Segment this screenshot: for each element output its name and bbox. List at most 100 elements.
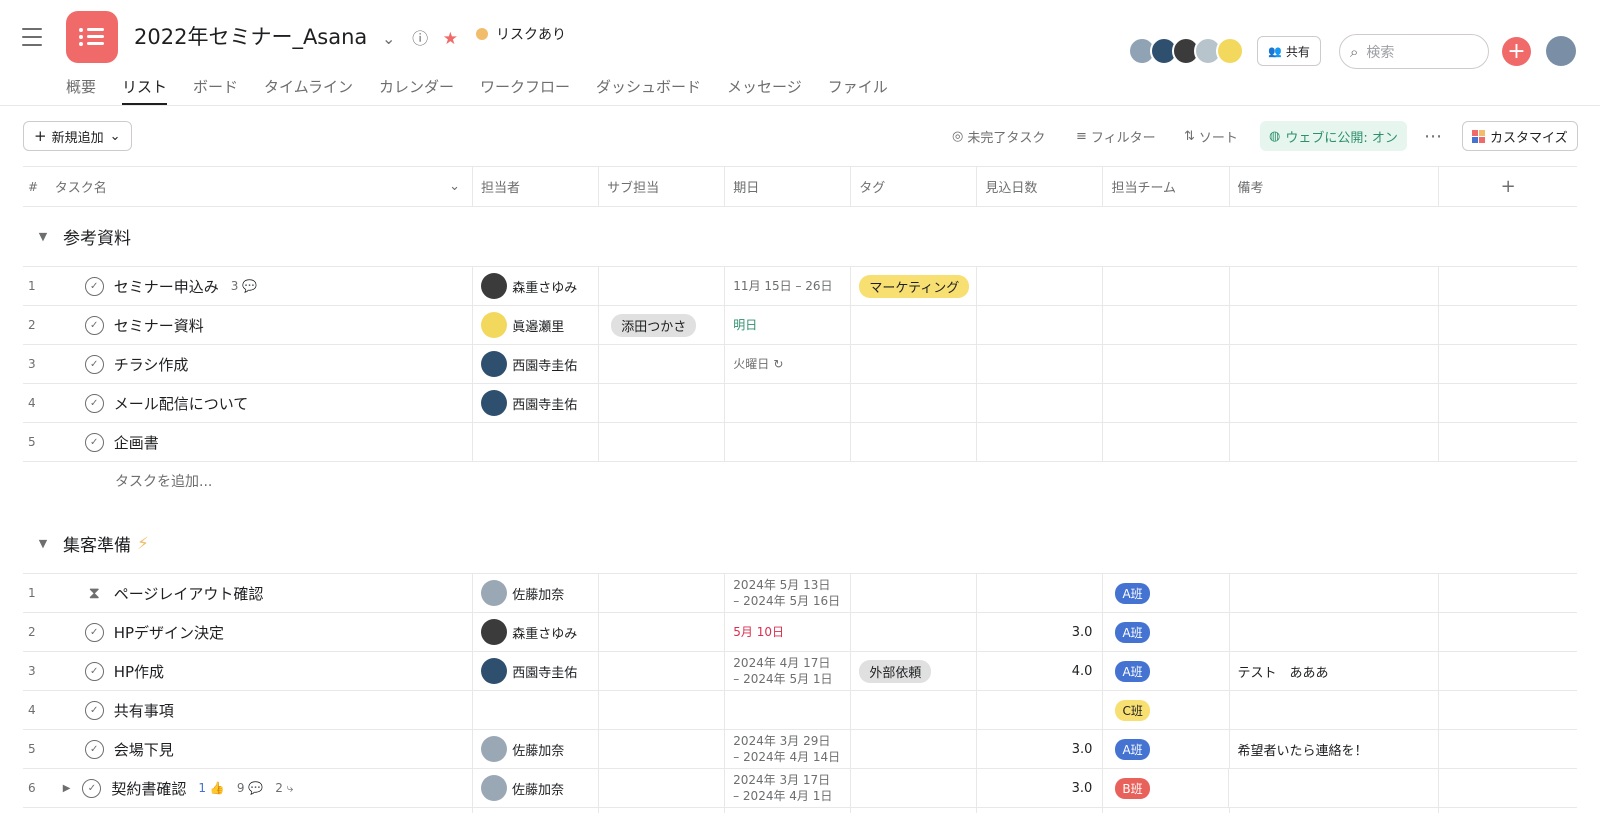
tag-cell[interactable]: マーケティング — [851, 267, 978, 305]
tab-2[interactable]: ボード — [193, 76, 238, 105]
due-date-cell[interactable]: 2024年 5月 13日 – 2024年 5月 16日 — [725, 574, 852, 612]
user-avatar[interactable] — [1546, 36, 1576, 66]
table-row[interactable]: 5 ✓ 会場下見 佐藤加奈 2024年 3月 29日 – 2024年 4月 14日 3.0 A… — [23, 730, 1577, 769]
task-name[interactable]: HP作成 — [114, 661, 164, 682]
tag-cell[interactable] — [851, 574, 978, 612]
check-circle-icon[interactable]: ✓ — [84, 700, 104, 720]
more-options-icon[interactable]: ⋯ — [1424, 121, 1442, 151]
status-indicator[interactable]: リスクあり — [476, 24, 566, 44]
col-estimate[interactable]: 見込日数 — [977, 167, 1104, 206]
col-task-name[interactable]: タスク名 ⌄ — [47, 167, 474, 206]
task-name[interactable]: ページレイアウト確認 — [114, 583, 264, 604]
hourglass-icon[interactable]: ⧗ — [85, 583, 104, 603]
task-name[interactable]: チラシ作成 — [114, 354, 189, 375]
task-name-cell[interactable]: ✓ HPデザイン決定 — [47, 613, 474, 651]
sub-assignee-cell[interactable] — [599, 769, 726, 807]
tag-cell[interactable] — [851, 345, 978, 383]
assignee-cell[interactable]: 西園寺圭佑 — [473, 345, 600, 383]
task-name[interactable]: 契約書確認 — [111, 778, 186, 799]
share-button[interactable]: 👥 共有 — [1257, 36, 1321, 66]
likes-count[interactable]: 1 👍 — [198, 781, 224, 795]
task-name-cell[interactable]: ✓ セミナー資料 — [47, 306, 474, 344]
due-date-cell[interactable]: 5月 10日 — [725, 613, 852, 651]
task-name-cell[interactable]: ▶ ✓ 契約書確認 1 👍 9 💬 2 ⤷ — [47, 769, 473, 807]
tab-6[interactable]: ダッシュボード — [596, 76, 701, 105]
note-cell[interactable] — [1229, 769, 1440, 807]
check-circle-icon[interactable]: ✓ — [82, 778, 102, 798]
due-date-cell[interactable]: 明日 — [725, 306, 852, 344]
table-row[interactable]: 2 ✓ HPデザイン決定 森重さゆみ 5月 10日 3.0 A班 — [23, 613, 1577, 652]
team-cell[interactable]: A班 — [1103, 730, 1230, 768]
estimate-cell[interactable]: 3.0 — [977, 613, 1104, 651]
section-header[interactable]: ▼ 参考資料 — [23, 207, 1577, 267]
sub-assignee-cell[interactable] — [599, 652, 726, 690]
col-tags[interactable]: タグ — [851, 167, 978, 206]
sub-assignee-cell[interactable] — [599, 613, 726, 651]
chevron-down-icon[interactable]: ⌄ — [449, 179, 460, 194]
comment-count[interactable]: 3 💬 — [231, 279, 257, 293]
project-title[interactable]: 2022年セミナー_Asana ⌄ ⓘ ★ — [134, 21, 458, 51]
caret-down-icon[interactable]: ▼ — [23, 537, 63, 550]
task-name[interactable]: 企画書 — [114, 432, 159, 453]
table-row[interactable]: 7⧗会場代支払添田つかさ 2024年 4月 17日 1.0B班 — [23, 808, 1577, 813]
sub-assignee-cell[interactable] — [599, 267, 726, 305]
estimate-cell[interactable]: 3.0 — [977, 769, 1104, 807]
tag-cell[interactable] — [851, 808, 978, 813]
tag-cell[interactable] — [851, 423, 978, 461]
hamburger-menu-icon[interactable] — [22, 28, 42, 46]
estimate-cell[interactable] — [977, 691, 1104, 729]
section-header[interactable]: ▼ 集客準備 ⚡ — [23, 514, 1577, 574]
assignee-cell[interactable]: 佐藤加奈 — [473, 769, 600, 807]
subtask-count[interactable]: 2 ⤷ — [275, 781, 293, 796]
tab-8[interactable]: ファイル — [828, 76, 888, 105]
team-cell[interactable]: A班 — [1103, 652, 1230, 690]
task-name[interactable]: 会場下見 — [114, 739, 174, 760]
add-task-link[interactable]: タスクを追加... — [23, 462, 1577, 500]
team-cell[interactable] — [1103, 345, 1230, 383]
check-circle-icon[interactable]: ✓ — [84, 315, 104, 335]
due-date-cell[interactable] — [725, 691, 852, 729]
tab-3[interactable]: タイムライン — [264, 76, 353, 105]
tag-cell[interactable] — [851, 306, 978, 344]
tag-cell[interactable] — [851, 730, 978, 768]
member-avatars[interactable] — [1128, 37, 1244, 65]
publish-web-button[interactable]: ◍ ウェブに公開: オン — [1260, 121, 1407, 151]
check-circle-icon[interactable]: ✓ — [84, 354, 104, 374]
table-row[interactable]: 1 ⧗ ページレイアウト確認 佐藤加奈 2024年 5月 13日 – 2024年 5月 1… — [23, 574, 1577, 613]
table-row[interactable]: 5 ✓ 企画書 — [23, 423, 1577, 462]
team-cell[interactable]: B班 — [1103, 808, 1230, 813]
assignee-cell[interactable]: 佐藤加奈 — [473, 730, 600, 768]
assignee-cell[interactable]: 佐藤加奈 — [473, 574, 600, 612]
add-new-button[interactable]: + 新規追加 ⌄ — [23, 121, 132, 151]
due-date-cell[interactable]: 2024年 3月 17日 – 2024年 4月 1日 — [725, 769, 852, 807]
estimate-cell[interactable] — [977, 267, 1104, 305]
tab-1[interactable]: リスト — [122, 76, 168, 105]
estimate-cell[interactable]: 3.0 — [977, 730, 1104, 768]
tab-7[interactable]: メッセージ — [727, 76, 802, 105]
task-name-cell[interactable]: ✓ メール配信について — [47, 384, 474, 422]
star-icon[interactable]: ★ — [443, 29, 458, 49]
add-column-button[interactable]: + — [1439, 167, 1577, 206]
assignee-cell[interactable] — [473, 423, 600, 461]
estimate-cell[interactable]: 4.0 — [977, 652, 1104, 690]
tab-5[interactable]: ワークフロー — [480, 76, 570, 105]
col-team[interactable]: 担当チーム — [1103, 167, 1230, 206]
tag-cell[interactable] — [851, 769, 978, 807]
team-cell[interactable]: B班 — [1103, 769, 1230, 807]
avatar[interactable] — [1216, 37, 1244, 65]
caret-down-icon[interactable]: ▼ — [23, 230, 63, 243]
customize-button[interactable]: カスタマイズ — [1462, 121, 1578, 151]
check-circle-icon[interactable]: ✓ — [84, 622, 104, 642]
sub-assignee-cell[interactable] — [599, 691, 726, 729]
note-cell[interactable] — [1230, 808, 1440, 813]
task-name[interactable]: メール配信について — [114, 393, 249, 414]
assignee-cell[interactable]: 添田つかさ — [473, 808, 600, 813]
task-name-cell[interactable]: ✓ 会場下見 — [47, 730, 474, 768]
assignee-cell[interactable]: 森重さゆみ — [473, 267, 600, 305]
task-name-cell[interactable]: ✓ 企画書 — [47, 423, 474, 461]
estimate-cell[interactable]: 1.0 — [977, 808, 1104, 813]
estimate-cell[interactable] — [977, 345, 1104, 383]
filter-button[interactable]: ≡ フィルター — [1076, 121, 1156, 151]
estimate-cell[interactable] — [977, 384, 1104, 422]
note-cell[interactable] — [1230, 574, 1440, 612]
